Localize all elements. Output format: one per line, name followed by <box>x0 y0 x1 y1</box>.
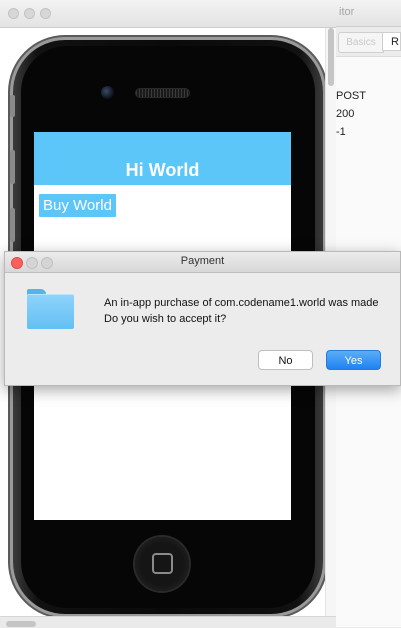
dialog-title: Payment <box>180 255 225 267</box>
dialog-message: An in-app purchase of com.codename1.worl… <box>104 295 379 327</box>
horizontal-scrollbar[interactable] <box>0 616 336 628</box>
zoom-window-button[interactable] <box>40 8 51 19</box>
mute-switch <box>10 95 15 117</box>
status-value: 200 <box>336 108 355 120</box>
simulator-titlebar <box>0 0 336 28</box>
tab-basics[interactable]: Basics <box>338 32 384 53</box>
scrollbar-thumb[interactable] <box>328 28 334 86</box>
camera-icon <box>101 86 114 99</box>
panel-tabs: Basics R <box>336 32 401 53</box>
panel-title: itor <box>336 0 401 27</box>
volume-up-button <box>10 150 15 184</box>
yes-button[interactable]: Yes <box>326 350 381 370</box>
volume-down-button <box>10 208 15 242</box>
length-value: -1 <box>336 126 346 138</box>
close-window-button[interactable] <box>8 8 19 19</box>
horizontal-scrollbar-thumb[interactable] <box>6 621 36 627</box>
dialog-titlebar: Payment <box>5 252 400 273</box>
buy-world-button[interactable]: Buy World <box>39 194 116 217</box>
home-square-icon <box>152 553 173 574</box>
home-button[interactable] <box>135 537 189 591</box>
message-line-1: An in-app purchase of com.codename1.worl… <box>104 297 379 309</box>
speaker-grille <box>135 88 190 98</box>
method-value: POST <box>336 90 366 102</box>
payment-dialog: Payment An in-app purchase of com.codena… <box>4 251 401 386</box>
message-line-2: Do you wish to accept it? <box>104 313 227 325</box>
tab-other[interactable]: R <box>382 32 401 51</box>
app-title-bar: Hi World <box>34 132 291 185</box>
folder-icon <box>27 289 74 329</box>
minimize-window-button[interactable] <box>24 8 35 19</box>
no-button[interactable]: No <box>258 350 313 370</box>
app-title: Hi World <box>125 160 200 180</box>
